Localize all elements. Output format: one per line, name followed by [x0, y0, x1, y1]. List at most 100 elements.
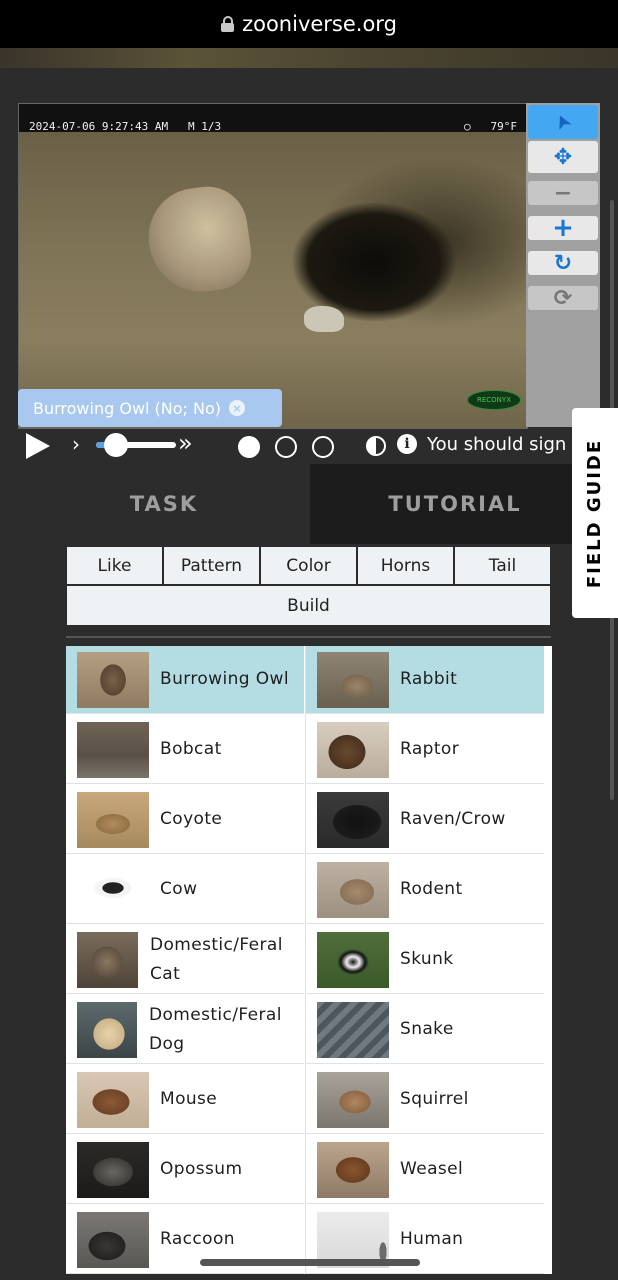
rock-in-photo	[304, 306, 344, 332]
snake-thumbnail	[317, 1001, 389, 1058]
weasel-thumbnail	[317, 1141, 389, 1198]
frame-dot-3[interactable]	[312, 436, 334, 458]
species-label: Coyote	[160, 809, 223, 829]
filter-like[interactable]: Like	[66, 546, 163, 585]
url-display[interactable]: zooniverse.org	[221, 12, 397, 36]
species-label: Mouse	[160, 1089, 218, 1109]
pointer-tool-button[interactable]: ➤	[528, 105, 598, 139]
photo-timestamp: 2024-07-06 9:27:43 AM	[29, 120, 169, 133]
species-label: Raven/Crow	[400, 809, 506, 829]
species-rabbit[interactable]: Rabbit	[306, 646, 544, 714]
invert-contrast-icon[interactable]	[366, 436, 386, 456]
species-label: Burrowing Owl	[160, 669, 289, 689]
rotate-icon: ↻	[553, 250, 573, 276]
mouse-thumbnail	[77, 1071, 149, 1128]
zoom-in-icon: +	[552, 213, 574, 243]
camera-temperature-info: ○ 79°F	[464, 120, 517, 133]
species-label: Domestic/Feral Dog	[149, 1004, 282, 1054]
pointer-icon: ➤	[548, 109, 578, 135]
species-label: Squirrel	[400, 1089, 469, 1109]
filter-horns[interactable]: Horns	[357, 546, 454, 585]
raven-crow-thumbnail	[317, 791, 389, 848]
page-header-strip	[0, 48, 618, 68]
annotation-tag-label: Burrowing Owl (No; No)	[33, 398, 222, 418]
species-label: Cow	[160, 879, 198, 899]
filter-build[interactable]: Build	[66, 585, 551, 626]
field-guide-label: FIELD GUIDE	[584, 438, 606, 588]
classifier-tabs: TASK TUTORIAL	[18, 464, 600, 544]
filter-divider	[66, 636, 551, 638]
squirrel-thumbnail	[317, 1071, 389, 1128]
image-toolbar: ➤ ✥ − + ↻ ⟳	[526, 103, 600, 427]
species-squirrel[interactable]: Squirrel	[306, 1066, 544, 1134]
reconyx-watermark: RECONYX	[467, 390, 521, 410]
dog-thumbnail	[77, 1001, 137, 1058]
slow-speed-icon[interactable]: ›	[72, 432, 80, 456]
species-rodent[interactable]: Rodent	[306, 856, 544, 924]
species-label: Human	[400, 1229, 464, 1249]
species-label: Rodent	[400, 879, 463, 899]
species-cow[interactable]: Cow	[66, 856, 304, 924]
reset-view-button[interactable]: ⟳	[528, 285, 598, 311]
moon-phase-icon: ○	[464, 120, 471, 133]
species-domestic-feral-dog[interactable]: Domestic/Feral Dog	[66, 996, 304, 1064]
tab-task[interactable]: TASK	[18, 464, 310, 544]
tab-tutorial[interactable]: TUTORIAL	[310, 464, 600, 544]
subject-image-viewer[interactable]: RECONYX 2024-07-06 9:27:43 AM M 1/3 ○ 79…	[18, 103, 528, 429]
filter-pattern[interactable]: Pattern	[163, 546, 260, 585]
cow-thumbnail	[77, 861, 149, 918]
move-tool-button[interactable]: ✥	[528, 141, 598, 173]
rotate-button[interactable]: ↻	[528, 250, 598, 276]
species-weasel[interactable]: Weasel	[306, 1136, 544, 1204]
raccoon-thumbnail	[77, 1211, 149, 1268]
rabbit-thumbnail	[317, 651, 389, 708]
species-snake[interactable]: Snake	[306, 996, 544, 1064]
species-opossum[interactable]: Opossum	[66, 1136, 304, 1204]
species-label: Opossum	[160, 1159, 243, 1179]
camera-trap-photo[interactable]: RECONYX	[19, 132, 527, 428]
species-label: Bobcat	[160, 739, 222, 759]
field-guide-button[interactable]: FIELD GUIDE	[572, 408, 618, 618]
skunk-thumbnail	[317, 931, 389, 988]
opossum-thumbnail	[77, 1141, 149, 1198]
species-coyote[interactable]: Coyote	[66, 786, 304, 854]
species-bobcat[interactable]: Bobcat	[66, 716, 304, 784]
species-raptor[interactable]: Raptor	[306, 716, 544, 784]
zoom-in-button[interactable]: +	[528, 213, 598, 243]
move-icon: ✥	[553, 144, 573, 170]
zoom-out-button[interactable]: −	[528, 180, 598, 206]
species-label: Skunk	[400, 949, 454, 969]
frame-dot-2[interactable]	[275, 436, 297, 458]
characteristic-filters: Like Pattern Color Horns Tail Build	[66, 546, 551, 626]
coyote-thumbnail	[77, 791, 149, 848]
species-mouse[interactable]: Mouse	[66, 1066, 304, 1134]
browser-address-bar[interactable]: zooniverse.org	[0, 0, 618, 48]
filter-color[interactable]: Color	[260, 546, 357, 585]
burrowing-owl-thumbnail	[77, 651, 149, 708]
species-raven-crow[interactable]: Raven/Crow	[306, 786, 544, 854]
fast-speed-icon[interactable]: »	[178, 429, 193, 457]
reset-icon: ⟳	[553, 285, 573, 311]
filter-tail[interactable]: Tail	[454, 546, 551, 585]
raptor-thumbnail	[317, 721, 389, 778]
species-skunk[interactable]: Skunk	[306, 926, 544, 994]
species-domestic-feral-cat[interactable]: Domestic/Feral Cat	[66, 926, 304, 994]
species-burrowing-owl[interactable]: Burrowing Owl	[66, 646, 304, 714]
sign-in-prompt[interactable]: You should sign in	[427, 434, 588, 455]
remove-tag-icon[interactable]: ×	[229, 400, 246, 416]
grid-column-divider	[305, 646, 306, 1274]
play-icon[interactable]	[26, 433, 50, 459]
url-text: zooniverse.org	[242, 12, 397, 36]
zoom-out-icon: −	[553, 180, 573, 206]
species-label: Weasel	[400, 1159, 464, 1179]
frame-dot-1[interactable]	[238, 436, 260, 458]
info-icon[interactable]: i	[397, 434, 417, 454]
playback-controls: › » i You should sign in	[18, 429, 588, 462]
annotation-tag[interactable]: Burrowing Owl (No; No) ×	[18, 389, 282, 427]
home-indicator[interactable]	[200, 1259, 420, 1266]
temperature-text: 79°F	[490, 120, 518, 133]
species-label: Raccoon	[160, 1229, 235, 1249]
speed-slider-handle[interactable]	[104, 433, 128, 457]
species-label: Snake	[400, 1019, 454, 1039]
owl-in-photo	[142, 181, 256, 299]
